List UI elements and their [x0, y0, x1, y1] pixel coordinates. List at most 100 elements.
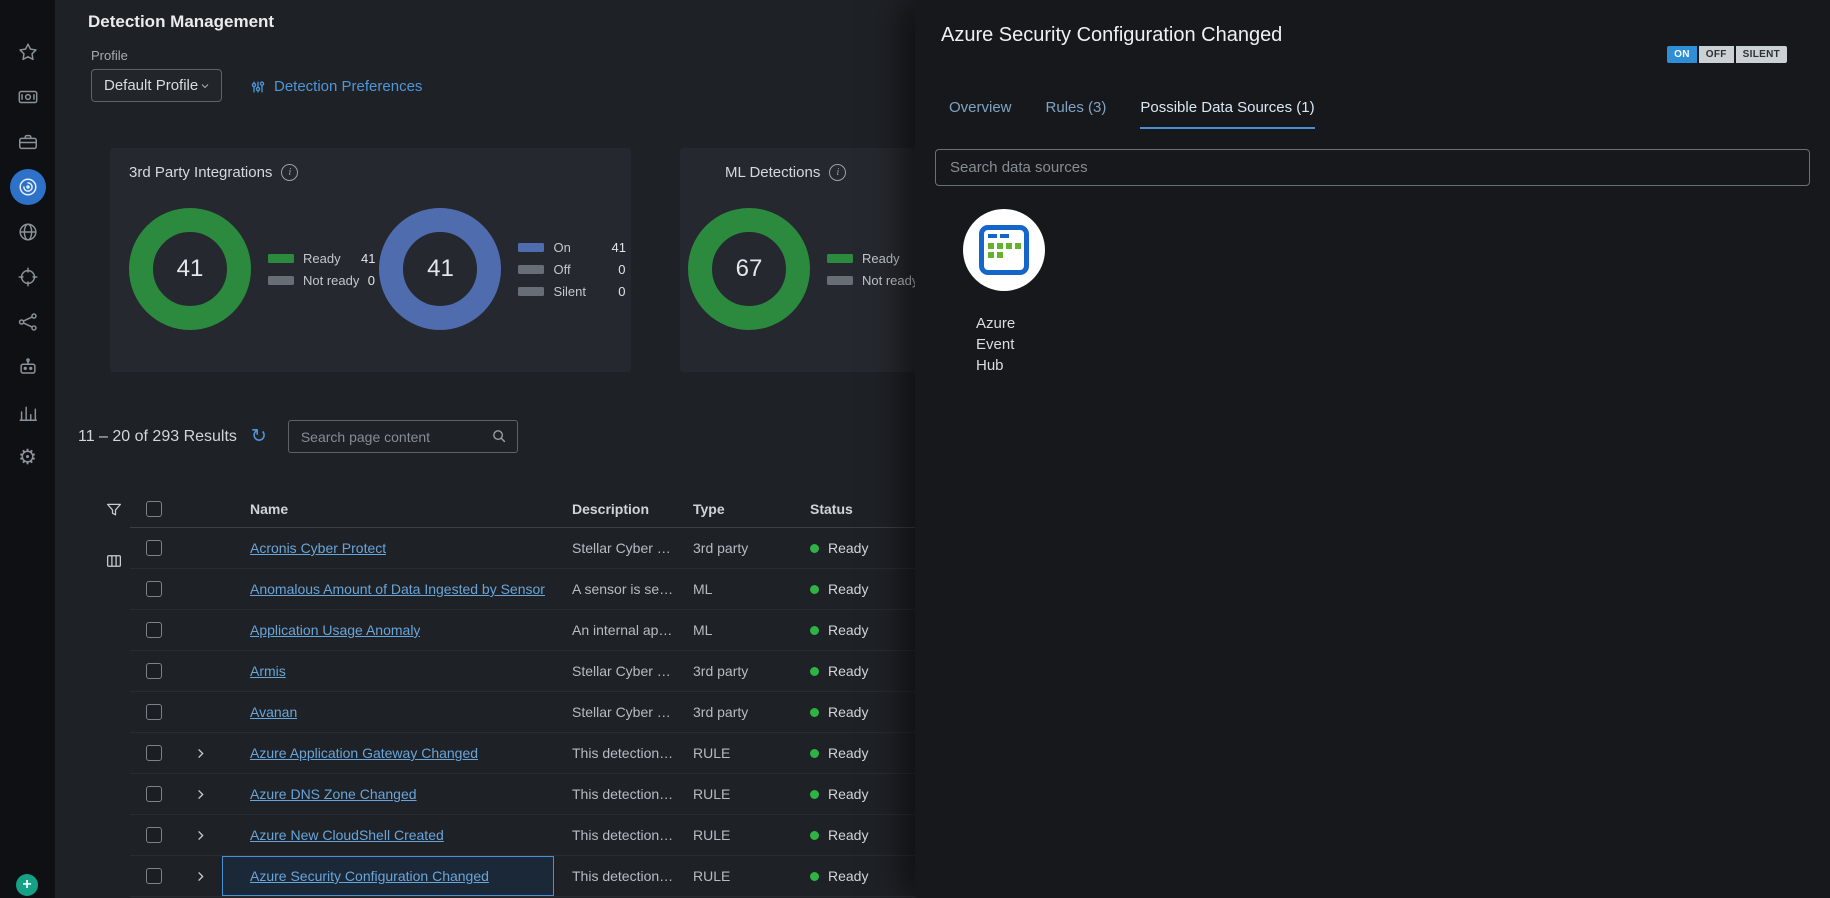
network-icon: [17, 311, 39, 333]
columns-icon[interactable]: [105, 552, 123, 575]
app-sidebar: ⚙ +: [0, 0, 55, 898]
legend-swatch: [518, 243, 544, 252]
search-icon: [491, 428, 508, 445]
sidebar-item-connections[interactable]: [10, 304, 46, 340]
row-checkbox[interactable]: [146, 663, 162, 679]
expand-chevron-icon[interactable]: [194, 788, 207, 801]
refresh-icon[interactable]: ↻: [251, 425, 267, 448]
detection-link[interactable]: Azure New CloudShell Created: [250, 827, 444, 843]
row-checkbox[interactable]: [146, 622, 162, 638]
row-type: 3rd party: [676, 663, 792, 679]
detection-link[interactable]: Avanan: [250, 704, 297, 720]
row-checkbox[interactable]: [146, 581, 162, 597]
sidebar-item-settings[interactable]: ⚙: [10, 439, 46, 475]
detection-link[interactable]: Azure Application Gateway Changed: [250, 745, 478, 761]
detection-link[interactable]: Acronis Cyber Protect: [250, 540, 386, 556]
row-type: RULE: [676, 868, 792, 884]
detection-link[interactable]: Azure DNS Zone Changed: [250, 786, 417, 802]
profile-select[interactable]: Default Profile: [91, 69, 222, 102]
page-search-input[interactable]: [288, 420, 518, 453]
table-row: Acronis Cyber Protect Stellar Cyber …3rd …: [130, 528, 982, 569]
row-type: ML: [676, 581, 792, 597]
info-icon[interactable]: i: [829, 164, 846, 181]
data-source-search-input[interactable]: [935, 149, 1810, 186]
detection-link[interactable]: Armis: [250, 663, 286, 679]
add-button[interactable]: +: [16, 874, 38, 896]
expand-chevron-icon[interactable]: [194, 829, 207, 842]
sidebar-item-cases[interactable]: [10, 124, 46, 160]
sidebar-item-automation[interactable]: [10, 349, 46, 385]
sliders-icon: [250, 79, 266, 95]
sidebar-item-detections[interactable]: [10, 169, 46, 205]
info-icon[interactable]: i: [281, 164, 298, 181]
column-header-name[interactable]: Name: [222, 501, 554, 517]
row-type: 3rd party: [676, 540, 792, 556]
tab-rules[interactable]: Rules (3): [1046, 99, 1107, 129]
toggle-off-button[interactable]: OFF: [1699, 46, 1734, 63]
row-checkbox[interactable]: [146, 704, 162, 720]
data-source-tile[interactable]: Azure Event Hub: [963, 209, 1059, 376]
tab-overview[interactable]: Overview: [949, 99, 1012, 129]
sidebar-item-favorites[interactable]: [10, 34, 46, 70]
status-dot-icon: [810, 667, 819, 676]
sidebar-item-threat-hunting[interactable]: [10, 259, 46, 295]
third-party-integrations-card: 3rd Party Integrations i 41 Ready41 Not …: [110, 148, 631, 372]
row-description: This detection…: [554, 868, 676, 884]
row-checkbox[interactable]: [146, 868, 162, 884]
wallet-icon: [17, 86, 39, 108]
row-checkbox[interactable]: [146, 540, 162, 556]
sidebar-item-licensing[interactable]: [10, 79, 46, 115]
sidebar-item-threat-intel[interactable]: [10, 214, 46, 250]
row-type: ML: [676, 622, 792, 638]
table-row: Application Usage Anomaly An internal ap……: [130, 610, 982, 651]
row-checkbox[interactable]: [146, 786, 162, 802]
panel-tabs: Overview Rules (3) Possible Data Sources…: [949, 99, 1830, 129]
row-description: A sensor is se…: [554, 581, 676, 597]
row-description: Stellar Cyber …: [554, 540, 676, 556]
status-dot-icon: [810, 872, 819, 881]
detail-panel: Azure Security Configuration Changed ON …: [915, 0, 1830, 898]
row-description: Stellar Cyber …: [554, 704, 676, 720]
row-description: An internal ap…: [554, 622, 676, 638]
table-row: Azure Application Gateway Changed This de…: [130, 733, 982, 774]
detection-link[interactable]: Azure Security Configuration Changed: [250, 868, 489, 884]
detection-preferences-label: Detection Preferences: [274, 78, 422, 95]
status-dot-icon: [810, 790, 819, 799]
row-type: RULE: [676, 827, 792, 843]
third-party-on-legend: On41 Off0 Silent0: [518, 240, 625, 299]
sidebar-item-reports[interactable]: [10, 394, 46, 430]
chevron-down-icon: [199, 80, 211, 92]
expand-chevron-icon[interactable]: [194, 747, 207, 760]
row-checkbox[interactable]: [146, 827, 162, 843]
expand-chevron-icon[interactable]: [194, 870, 207, 883]
globe-icon: [17, 221, 39, 243]
detection-preferences-link[interactable]: Detection Preferences: [250, 78, 422, 95]
status-dot-icon: [810, 585, 819, 594]
detection-link[interactable]: Application Usage Anomaly: [250, 622, 420, 638]
select-all-checkbox[interactable]: [146, 501, 162, 517]
status-dot-icon: [810, 749, 819, 758]
page-search: [288, 420, 518, 453]
column-header-type[interactable]: Type: [676, 501, 792, 517]
row-type: 3rd party: [676, 704, 792, 720]
toggle-silent-button[interactable]: SILENT: [1736, 46, 1787, 63]
row-description: This detection…: [554, 745, 676, 761]
table-row: ArmisStellar Cyber …3rd partyReady: [130, 651, 982, 692]
row-description: Stellar Cyber …: [554, 663, 676, 679]
toggle-on-button[interactable]: ON: [1667, 46, 1697, 63]
table-header: Name Description Type Status: [130, 491, 982, 528]
row-checkbox[interactable]: [146, 745, 162, 761]
panel-title: Azure Security Configuration Changed: [941, 24, 1282, 63]
row-type: RULE: [676, 786, 792, 802]
legend-swatch: [518, 287, 544, 296]
detection-link[interactable]: Anomalous Amount of Data Ingested by Sen…: [250, 581, 545, 597]
detections-table: Name Description Type Status Acronis Cyb…: [130, 491, 982, 897]
status-dot-icon: [810, 831, 819, 840]
status-dot-icon: [810, 544, 819, 553]
table-body: Acronis Cyber ProtectStellar Cyber …3rd …: [130, 528, 982, 897]
tab-possible-data-sources[interactable]: Possible Data Sources (1): [1140, 99, 1314, 129]
filter-icon[interactable]: [105, 501, 123, 524]
third-party-ready-legend: Ready41 Not ready0: [268, 251, 375, 288]
column-header-description[interactable]: Description: [554, 501, 676, 517]
results-count: 11 – 20 of 293 Results: [78, 428, 237, 446]
